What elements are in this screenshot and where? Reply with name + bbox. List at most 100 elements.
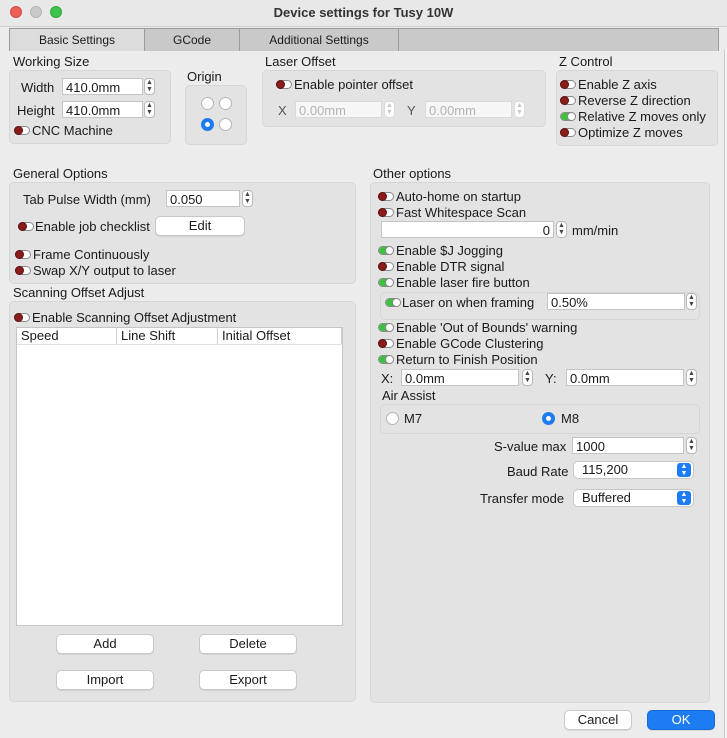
working-size-heading: Working Size [13,54,90,69]
enable-z-axis-toggle[interactable] [560,80,576,89]
svalue-max-stepper[interactable]: ▲ ▼ [686,437,697,454]
ok-button[interactable]: OK [647,710,715,730]
optimize-z-label: Optimize Z moves [578,125,683,140]
general-options-heading: General Options [13,166,108,181]
finish-x-stepper[interactable]: ▲ ▼ [522,369,533,386]
laser-offset-y-input[interactable]: 0.00mm [425,101,512,118]
scanning-offset-label: Enable Scanning Offset Adjustment [32,310,237,325]
width-input[interactable]: 410.0mm [62,78,143,95]
edit-checklist-button[interactable]: Edit [155,216,245,236]
dtr-label: Enable DTR signal [396,259,505,274]
optimize-z-toggle[interactable] [560,128,576,137]
tab-pulse-input[interactable]: 0.050 [166,190,240,207]
transfer-mode-chevron-icon: ▲ ▼ [677,491,691,505]
frame-continuously-toggle[interactable] [15,250,31,259]
import-button[interactable]: Import [56,670,154,690]
svalue-max-label: S-value max [494,439,567,454]
relative-z-toggle[interactable] [560,112,576,121]
air-assist-m8-radio[interactable] [542,412,555,425]
scanning-offset-table[interactable]: Speed Line Shift Initial Offset [16,327,343,626]
fast-whitespace-toggle[interactable] [378,208,394,217]
laser-framing-label: Laser on when framing [402,295,535,310]
width-stepper[interactable]: ▲ ▼ [144,78,155,95]
column-header-line-shift[interactable]: Line Shift [117,328,218,344]
fast-whitespace-input[interactable]: 0 [381,221,554,238]
column-header-initial-offset[interactable]: Initial Offset [218,328,342,344]
air-assist-group [380,404,700,434]
finish-y-input[interactable]: 0.0mm [566,369,684,386]
return-finish-toggle[interactable] [378,355,394,364]
baud-rate-chevron-icon: ▲ ▼ [677,463,691,477]
auto-home-label: Auto-home on startup [396,189,522,204]
job-checklist-label: Enable job checklist [35,219,150,234]
finish-x-input[interactable]: 0.0mm [401,369,519,386]
pointer-offset-label: Enable pointer offset [294,77,414,92]
laser-offset-x-input[interactable]: 0.00mm [295,101,382,118]
air-assist-m8-label: M8 [561,411,580,426]
add-row-button[interactable]: Add [56,634,154,654]
column-header-speed[interactable]: Speed [17,328,117,344]
height-input[interactable]: 410.0mm [62,101,143,118]
tab-pulse-label: Tab Pulse Width (mm) [23,192,151,207]
origin-bottom-left-radio[interactable] [201,118,214,131]
export-button[interactable]: Export [199,670,297,690]
scanning-offset-toggle[interactable] [14,313,30,322]
laser-offset-x-stepper[interactable]: ▲ ▼ [384,101,395,118]
reverse-z-label: Reverse Z direction [578,93,691,108]
laser-offset-x-label: X [278,103,287,118]
finish-y-stepper[interactable]: ▲ ▼ [686,369,697,386]
laser-framing-toggle[interactable] [385,298,401,307]
origin-group [185,85,247,145]
return-finish-label: Return to Finish Position [396,352,538,367]
reverse-z-toggle[interactable] [560,96,576,105]
fire-button-toggle[interactable] [378,278,394,287]
delete-row-button[interactable]: Delete [199,634,297,654]
fast-whitespace-label: Fast Whitespace Scan [396,205,527,220]
transfer-mode-label: Transfer mode [480,491,565,506]
air-assist-heading: Air Assist [382,388,436,403]
swap-xy-toggle[interactable] [15,266,31,275]
tab-bar: Basic Settings GCode Additional Settings [9,28,719,51]
tab-pulse-stepper[interactable]: ▲ ▼ [242,190,253,207]
gcode-clustering-label: Enable GCode Clustering [396,336,544,351]
cnc-machine-label: CNC Machine [32,123,113,138]
svalue-max-input[interactable]: 1000 [572,437,684,454]
dtr-toggle[interactable] [378,262,394,271]
jogging-label: Enable $J Jogging [396,243,503,258]
air-assist-m7-radio[interactable] [386,412,399,425]
z-control-heading: Z Control [559,54,613,69]
out-of-bounds-toggle[interactable] [378,323,394,332]
relative-z-label: Relative Z moves only [578,109,706,124]
laser-framing-stepper[interactable]: ▲ ▼ [686,293,697,310]
enable-z-axis-label: Enable Z axis [578,77,657,92]
auto-home-toggle[interactable] [378,192,394,201]
laser-framing-input[interactable]: 0.50% [547,293,685,310]
gcode-clustering-toggle[interactable] [378,339,394,348]
height-stepper[interactable]: ▲ ▼ [144,101,155,118]
origin-top-right-radio[interactable] [219,97,232,110]
pointer-offset-toggle[interactable] [276,80,292,89]
title-bar: Device settings for Tusy 10W [0,0,727,27]
cancel-button[interactable]: Cancel [564,710,632,730]
origin-bottom-right-radio[interactable] [219,118,232,131]
width-label: Width [21,80,55,95]
device-settings-window: Device settings for Tusy 10W Basic Setti… [0,0,727,738]
tab-gcode[interactable]: GCode [145,29,240,51]
other-options-heading: Other options [373,166,452,181]
fast-whitespace-unit: mm/min [572,223,619,238]
tab-basic-settings[interactable]: Basic Settings [10,29,145,51]
tab-additional-settings[interactable]: Additional Settings [240,29,399,51]
fire-button-label: Enable laser fire button [396,275,530,290]
baud-rate-label: Baud Rate [507,464,569,479]
baud-rate-select[interactable]: 115,200 ▲ ▼ [573,461,694,479]
fast-whitespace-stepper[interactable]: ▲ ▼ [556,221,567,238]
transfer-mode-select[interactable]: Buffered ▲ ▼ [573,489,694,507]
jogging-toggle[interactable] [378,246,394,255]
swap-xy-label: Swap X/Y output to laser [33,263,176,278]
cnc-machine-toggle[interactable] [14,126,30,135]
laser-offset-y-stepper[interactable]: ▲ ▼ [514,101,525,118]
finish-y-label: Y: [545,371,557,386]
job-checklist-toggle[interactable] [18,222,34,231]
origin-top-left-radio[interactable] [201,97,214,110]
frame-continuously-label: Frame Continuously [33,247,150,262]
